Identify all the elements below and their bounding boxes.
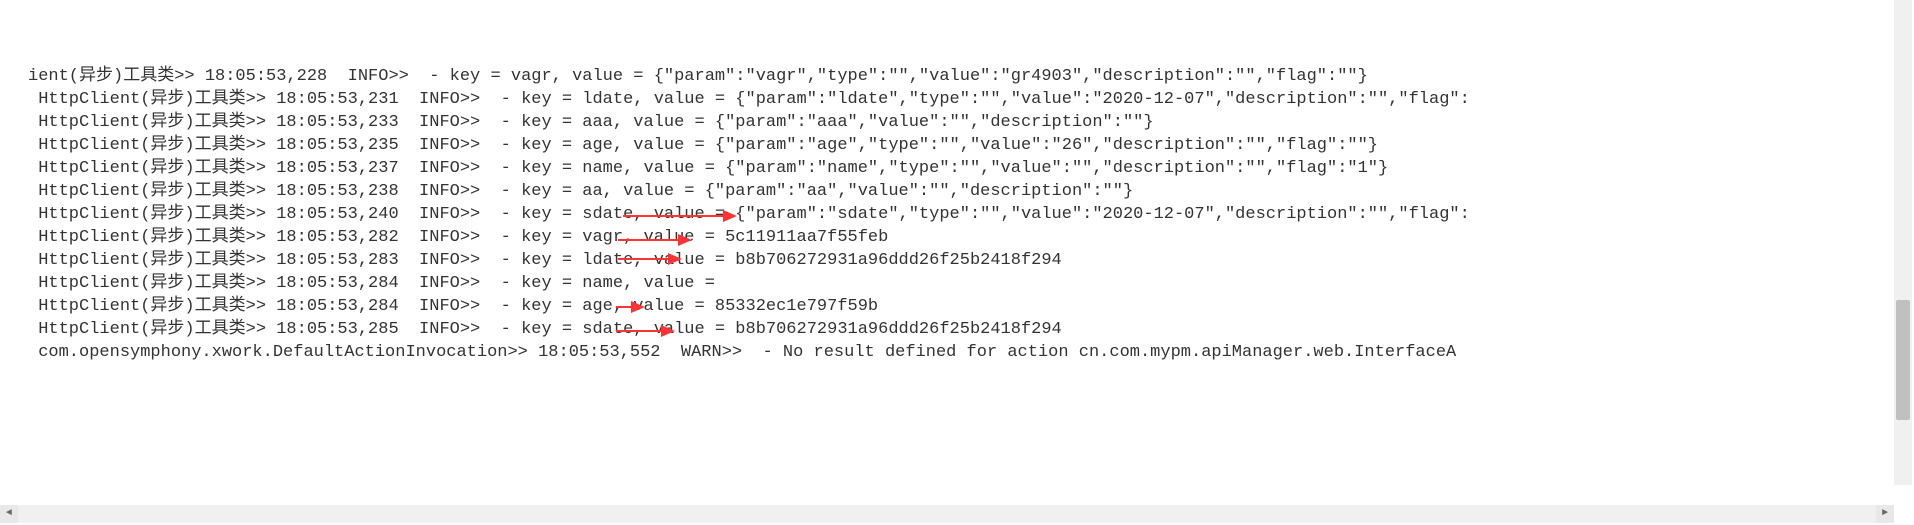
log-line: HttpClient(异步)工具类>> 18:05:53,284 INFO>> … — [28, 272, 1914, 295]
scroll-left-button[interactable]: ◄ — [0, 505, 18, 523]
log-line: HttpClient(异步)工具类>> 18:05:53,237 INFO>> … — [28, 157, 1914, 180]
log-line: com.opensymphony.xwork.DefaultActionInvo… — [28, 341, 1914, 364]
scroll-right-button[interactable]: ► — [1876, 505, 1894, 523]
log-line: HttpClient(异步)工具类>> 18:05:53,231 INFO>> … — [28, 88, 1914, 111]
log-output[interactable]: ient(异步)工具类>> 18:05:53,228 INFO>> - key … — [28, 65, 1914, 485]
vertical-scrollbar[interactable] — [1894, 0, 1912, 485]
horizontal-scrollbar[interactable]: ◄ ► — [0, 505, 1894, 523]
log-line: HttpClient(异步)工具类>> 18:05:53,238 INFO>> … — [28, 180, 1914, 203]
log-line: ient(异步)工具类>> 18:05:53,228 INFO>> - key … — [28, 65, 1914, 88]
log-line: HttpClient(异步)工具类>> 18:05:53,284 INFO>> … — [28, 295, 1914, 318]
log-line: HttpClient(异步)工具类>> 18:05:53,283 INFO>> … — [28, 249, 1914, 272]
scrollbar-thumb[interactable] — [1896, 300, 1910, 420]
log-line: HttpClient(异步)工具类>> 18:05:53,240 INFO>> … — [28, 203, 1914, 226]
log-line: HttpClient(异步)工具类>> 18:05:53,282 INFO>> … — [28, 226, 1914, 249]
log-line: HttpClient(异步)工具类>> 18:05:53,285 INFO>> … — [28, 318, 1914, 341]
log-line: HttpClient(异步)工具类>> 18:05:53,235 INFO>> … — [28, 134, 1914, 157]
log-line: HttpClient(异步)工具类>> 18:05:53,233 INFO>> … — [28, 111, 1914, 134]
